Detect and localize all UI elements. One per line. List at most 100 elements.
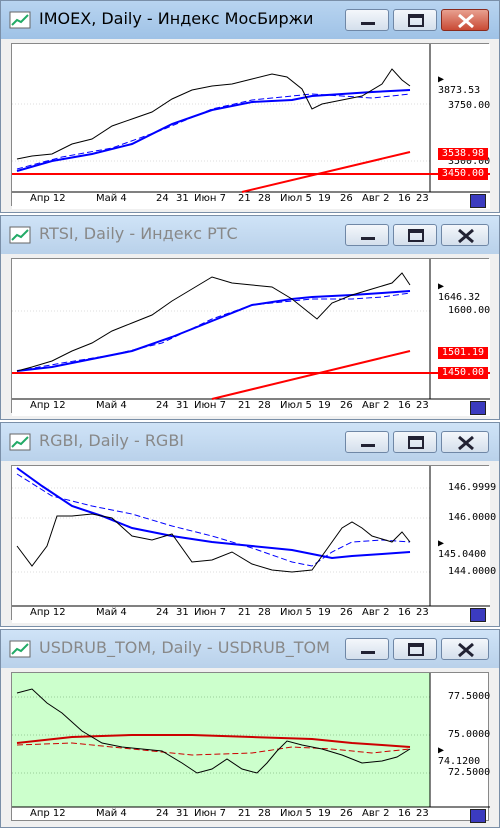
x-tick-label: Май 4 bbox=[96, 808, 127, 819]
x-tick-label: Авг 2 bbox=[362, 607, 390, 618]
x-tick-label: Июн 7 bbox=[194, 808, 226, 819]
x-tick-label: Июн 7 bbox=[194, 193, 226, 204]
y-tick-label: 77.5000 bbox=[448, 691, 491, 702]
current-price-label: ▶ 74.1200 bbox=[438, 745, 481, 767]
x-tick-label: 26 bbox=[340, 607, 353, 618]
close-icon bbox=[458, 13, 474, 29]
current-price-label: ▶ 1646.32 bbox=[438, 281, 481, 303]
x-tick-label: 16 bbox=[398, 400, 411, 411]
x-tick-label: Апр 12 bbox=[30, 400, 66, 411]
minimize-button[interactable] bbox=[345, 224, 389, 246]
close-button[interactable] bbox=[441, 9, 489, 31]
x-tick-label: 26 bbox=[340, 193, 353, 204]
y-tick-label: 72.5000 bbox=[448, 767, 491, 778]
maximize-icon bbox=[408, 436, 424, 449]
x-tick-label: 24 bbox=[156, 808, 169, 819]
close-button[interactable] bbox=[441, 638, 489, 660]
x-tick-label: 19 bbox=[318, 193, 331, 204]
maximize-button[interactable] bbox=[393, 9, 437, 31]
maximize-icon bbox=[408, 643, 424, 656]
y-tick-label: 3750.00 bbox=[448, 100, 491, 111]
x-tick-label: Июл 5 bbox=[280, 808, 312, 819]
window-title: IMOEX, Daily - Индекс МосБиржи bbox=[39, 9, 314, 28]
close-button[interactable] bbox=[441, 224, 489, 246]
x-tick-label: 23 bbox=[416, 808, 429, 819]
chart-app-icon bbox=[9, 226, 31, 244]
chart-window-rtsi: RTSI, Daily - Индекс РТС ▶ 1646.32 1600.… bbox=[0, 215, 500, 420]
x-tick-label: Май 4 bbox=[96, 607, 127, 618]
title-bar[interactable]: RGBI, Daily - RGBI bbox=[1, 423, 499, 461]
window-title: USDRUB_TOM, Daily - USDRUB_TOM bbox=[39, 638, 330, 657]
x-tick-label: 28 bbox=[258, 607, 271, 618]
chart-window-rgbi: RGBI, Daily - RGBI 146.9999 146.0000 ▶ 1… bbox=[0, 422, 500, 627]
minimize-button[interactable] bbox=[345, 638, 389, 660]
maximize-icon bbox=[408, 229, 424, 242]
x-tick-label: Апр 12 bbox=[30, 193, 66, 204]
scroll-end-icon[interactable] bbox=[470, 809, 486, 823]
close-button[interactable] bbox=[441, 431, 489, 453]
x-tick-label: 26 bbox=[340, 400, 353, 411]
x-tick-label: Май 4 bbox=[96, 400, 127, 411]
plot-area[interactable]: ▶ 1646.32 1600.00 1501.19 1450.00 Апр 12… bbox=[11, 258, 491, 416]
title-bar[interactable]: USDRUB_TOM, Daily - USDRUB_TOM bbox=[1, 630, 499, 668]
x-tick-label: 23 bbox=[416, 607, 429, 618]
minimize-icon bbox=[361, 651, 375, 654]
x-tick-label: 19 bbox=[318, 607, 331, 618]
x-tick-label: 31 bbox=[176, 607, 189, 618]
title-bar[interactable]: RTSI, Daily - Индекс РТС bbox=[1, 216, 499, 254]
x-tick-label: Апр 12 bbox=[30, 607, 66, 618]
x-tick-label: 21 bbox=[238, 400, 251, 411]
close-icon bbox=[458, 435, 474, 451]
x-axis-labels: Апр 12 Май 4 24 31 Июн 7 21 28 Июл 5 19 … bbox=[16, 193, 436, 207]
close-icon bbox=[458, 228, 474, 244]
y-tick-label: 146.0000 bbox=[448, 512, 497, 523]
maximize-button[interactable] bbox=[393, 224, 437, 246]
x-tick-label: 23 bbox=[416, 400, 429, 411]
x-tick-label: 31 bbox=[176, 808, 189, 819]
minimize-icon bbox=[361, 444, 375, 447]
plot-area[interactable]: 77.5000 75.0000 ▶ 74.1200 72.5000 Апр 12… bbox=[11, 672, 491, 823]
chart-window-usdrub: USDRUB_TOM, Daily - USDRUB_TOM 77.5000 7… bbox=[0, 629, 500, 828]
x-tick-label: 21 bbox=[238, 193, 251, 204]
x-tick-label: 28 bbox=[258, 400, 271, 411]
x-tick-label: Июл 5 bbox=[280, 193, 312, 204]
y-tick-label: 144.0000 bbox=[448, 566, 497, 577]
x-tick-label: 31 bbox=[176, 400, 189, 411]
x-tick-label: 21 bbox=[238, 607, 251, 618]
scroll-end-icon[interactable] bbox=[470, 608, 486, 622]
maximize-button[interactable] bbox=[393, 431, 437, 453]
x-tick-label: Май 4 bbox=[96, 193, 127, 204]
close-icon bbox=[458, 642, 474, 658]
current-price-label: ▶ 3873.53 bbox=[438, 74, 488, 96]
y-tick-label: 75.0000 bbox=[448, 729, 491, 740]
current-price-label: ▶ 145.0400 bbox=[438, 538, 487, 560]
x-tick-label: Авг 2 bbox=[362, 808, 390, 819]
y-tick-label: 1600.00 bbox=[448, 305, 491, 316]
minimize-icon bbox=[361, 237, 375, 240]
plot-area[interactable]: 146.9999 146.0000 ▶ 145.0400 144.0000 Ап… bbox=[11, 465, 496, 623]
scroll-end-icon[interactable] bbox=[470, 401, 486, 415]
x-axis-labels: Апр 12 Май 4 24 31 Июн 7 21 28 Июл 5 19 … bbox=[16, 607, 436, 621]
x-tick-label: 16 bbox=[398, 607, 411, 618]
maximize-button[interactable] bbox=[393, 638, 437, 660]
plot-area[interactable]: ▶ 3873.53 3750.00 3500.00 3538.98 3450.0… bbox=[11, 43, 491, 209]
title-bar[interactable]: IMOEX, Daily - Индекс МосБиржи bbox=[1, 1, 499, 39]
x-tick-label: 24 bbox=[156, 607, 169, 618]
minimize-button[interactable] bbox=[345, 431, 389, 453]
x-tick-label: Июн 7 bbox=[194, 400, 226, 411]
x-tick-label: 19 bbox=[318, 400, 331, 411]
y-tick-label: 146.9999 bbox=[448, 482, 497, 493]
x-tick-label: 28 bbox=[258, 808, 271, 819]
x-tick-label: 23 bbox=[416, 193, 429, 204]
marker-label: 1450.00 bbox=[438, 367, 488, 379]
x-axis-labels: Апр 12 Май 4 24 31 Июн 7 21 28 Июл 5 19 … bbox=[16, 400, 436, 414]
chart-app-icon bbox=[9, 640, 31, 658]
x-tick-label: Июл 5 bbox=[280, 400, 312, 411]
chart-app-icon bbox=[9, 433, 31, 451]
x-tick-label: 16 bbox=[398, 808, 411, 819]
window-title: RTSI, Daily - Индекс РТС bbox=[39, 224, 238, 243]
x-tick-label: Авг 2 bbox=[362, 193, 390, 204]
minimize-button[interactable] bbox=[345, 9, 389, 31]
marker-label: 3450.00 bbox=[438, 168, 488, 180]
scroll-end-icon[interactable] bbox=[470, 194, 486, 208]
